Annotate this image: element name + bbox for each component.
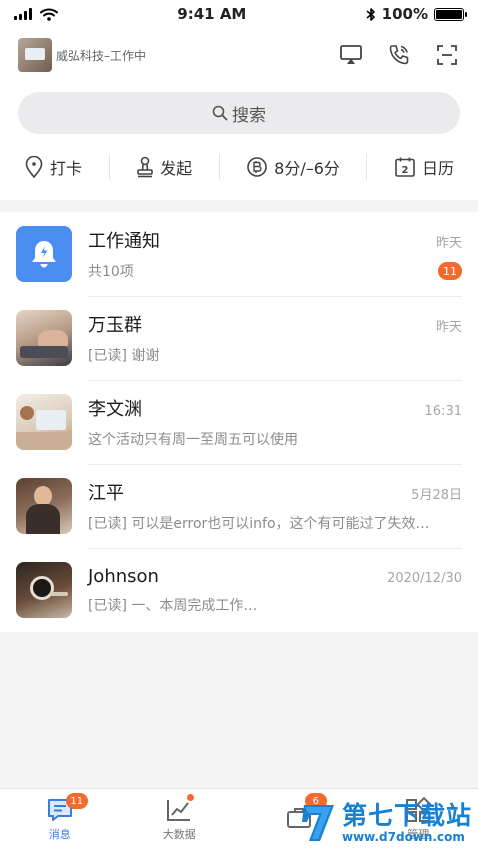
conversation-work-notice[interactable]: 工作通知 昨天 共10项 11 <box>0 212 478 296</box>
top-section: 威弘科技–工作中 搜索 打卡 发起 8分/–6分 2 日历 <box>0 28 478 200</box>
quick-action-label: 8分/–6分 <box>274 159 340 178</box>
status-bar: 9:41 AM 100% <box>0 0 478 28</box>
watermark-text: 第七下载站 www.d7down.com <box>341 801 472 845</box>
org-name: 威弘科技–工作中 <box>56 48 147 63</box>
quick-actions: 打卡 发起 8分/–6分 2 日历 <box>18 134 460 200</box>
battery-percent: 100% <box>381 5 428 23</box>
conversation-list: 工作通知 昨天 共10项 11 万玉群 昨天 [已读] 谢谢 李文渊 16:31 这个活… <box>0 212 478 632</box>
avatar <box>16 478 72 534</box>
tab-label: 大数据 <box>162 828 196 841</box>
org-logo <box>18 38 52 72</box>
conversation-wan-yuqun[interactable]: 万玉群 昨天 [已读] 谢谢 <box>0 296 478 380</box>
conversation-preview: [已读] 谢谢 <box>88 348 160 364</box>
conversation-preview: [已读] 一、本周完成工作… <box>88 597 258 614</box>
avatar <box>16 310 72 366</box>
quick-action-checkin[interactable]: 打卡 <box>24 155 82 179</box>
quick-action-calendar[interactable]: 2 日历 <box>394 155 454 179</box>
tab-messages[interactable]: 11 消息 <box>0 789 120 850</box>
quick-action-points[interactable]: 8分/–6分 <box>246 155 340 179</box>
search-label: 搜索 <box>232 105 266 126</box>
svg-text:2: 2 <box>402 165 409 176</box>
conversation-johnson[interactable]: Johnson 2020/12/30 [已读] 一、本周完成工作… <box>0 548 478 632</box>
quick-action-label: 日历 <box>421 159 454 178</box>
tab-badge: 11 <box>65 793 88 809</box>
conversation-time: 5月28日 <box>411 488 462 503</box>
watermark-url: www.d7down.com <box>341 830 465 844</box>
location-pin-icon <box>25 156 43 178</box>
calendar-icon: 2 <box>395 157 415 177</box>
org-switcher[interactable]: 威弘科技–工作中 <box>18 38 146 72</box>
unread-badge: 11 <box>438 262 462 280</box>
wifi-icon <box>40 8 58 21</box>
bell-icon <box>32 241 56 268</box>
conversation-body: 工作通知 昨天 共10项 11 <box>88 227 462 281</box>
conversation-body: 江平 5月28日 [已读] 可以是error也可以info，这个有可能过了失效… <box>88 479 462 533</box>
avatar <box>16 562 72 618</box>
conversation-body: 万玉群 昨天 [已读] 谢谢 <box>88 311 462 365</box>
work-notice-avatar <box>16 226 72 282</box>
divider <box>366 154 368 180</box>
divider <box>108 154 110 180</box>
search-bar[interactable]: 搜索 <box>18 92 460 134</box>
conversation-title: 江平 <box>88 483 124 504</box>
conversation-jiang-ping[interactable]: 江平 5月28日 [已读] 可以是error也可以info，这个有可能过了失效… <box>0 464 478 548</box>
conversation-body: Johnson 2020/12/30 [已读] 一、本周完成工作… <box>88 566 462 615</box>
conversation-preview: 共10项 <box>88 264 134 280</box>
header: 威弘科技–工作中 <box>18 28 460 82</box>
conversation-title: Johnson <box>88 565 159 587</box>
cellular-signal-icon <box>14 8 32 20</box>
avatar <box>16 394 72 450</box>
screen-cast-icon[interactable] <box>338 42 364 68</box>
conversation-title: 万玉群 <box>88 315 142 336</box>
conversation-preview: 这个活动只有周一至周五可以使用 <box>88 432 298 448</box>
watermark-title: 第七下载站 <box>341 801 472 830</box>
conversation-li-wenyuan[interactable]: 李文渊 16:31 这个活动只有周一至周五可以使用 <box>0 380 478 464</box>
tab-big-data[interactable]: 大数据 <box>120 789 240 850</box>
battery-icon <box>433 7 467 21</box>
conversation-time: 2020/12/30 <box>387 570 462 586</box>
quick-action-label: 发起 <box>160 159 193 178</box>
stamp-icon <box>137 156 153 178</box>
conversation-preview: [已读] 可以是error也可以info，这个有可能过了失效… <box>88 516 430 532</box>
phone-call-icon[interactable] <box>386 42 412 68</box>
status-time: 9:41 AM <box>177 5 247 23</box>
conversation-time: 昨天 <box>435 320 462 335</box>
conversation-time: 16:31 <box>424 404 462 419</box>
status-left <box>14 8 58 21</box>
points-coin-icon <box>247 157 267 177</box>
header-icons <box>338 42 460 68</box>
conversation-title: 李文渊 <box>88 399 142 420</box>
scan-icon[interactable] <box>434 42 460 68</box>
divider <box>218 154 220 180</box>
status-right: 100% <box>366 5 467 23</box>
quick-action-label: 打卡 <box>50 159 83 178</box>
conversation-body: 李文渊 16:31 这个活动只有周一至周五可以使用 <box>88 395 462 449</box>
tab-label: 消息 <box>48 828 71 841</box>
watermark: 第七下载站 www.d7down.com <box>300 802 472 844</box>
search-icon <box>212 105 228 121</box>
watermark-seven-logo-icon <box>301 805 334 841</box>
conversation-title: 工作通知 <box>88 231 160 252</box>
quick-action-initiate[interactable]: 发起 <box>136 155 192 179</box>
bluetooth-icon <box>366 7 375 21</box>
conversation-time: 昨天 <box>435 236 462 251</box>
